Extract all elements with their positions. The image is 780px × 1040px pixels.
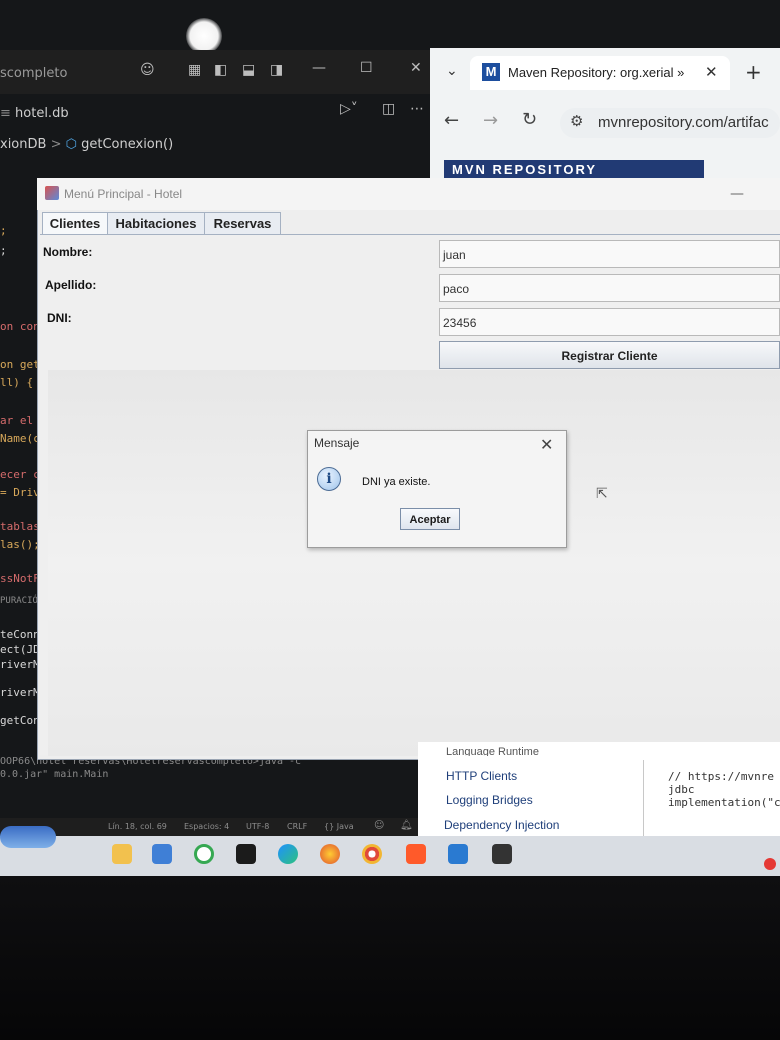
breadcrumb-separator: > bbox=[50, 137, 66, 152]
monitor-bezel bbox=[0, 860, 780, 1040]
run-icon[interactable]: ▷˅ bbox=[340, 101, 358, 117]
edge-icon[interactable] bbox=[278, 844, 298, 864]
java-icon[interactable] bbox=[492, 844, 512, 864]
sidebar-toggle-icon[interactable]: ◧ bbox=[214, 62, 227, 78]
breadcrumb[interactable]: xionDB > ⬡ getConexion() bbox=[0, 137, 173, 152]
copilot-status-icon[interactable]: ☺ bbox=[374, 820, 384, 831]
notifications-icon[interactable]: 🔔︎ bbox=[400, 820, 413, 831]
weather-widget-icon[interactable] bbox=[0, 826, 56, 848]
category-link[interactable]: HTTP Clients bbox=[446, 769, 517, 783]
apellido-label: Apellido: bbox=[45, 278, 97, 292]
aceptar-button[interactable]: Aceptar bbox=[400, 508, 460, 530]
status-encoding[interactable]: UTF-8 bbox=[246, 822, 269, 831]
close-icon[interactable]: ✕ bbox=[410, 60, 422, 76]
apellido-field[interactable]: paco bbox=[439, 274, 780, 302]
dni-label: DNI: bbox=[47, 311, 72, 325]
status-eol[interactable]: CRLF bbox=[287, 822, 307, 831]
secondary-sidebar-icon[interactable]: ◨ bbox=[270, 62, 283, 78]
mouse-cursor-icon: ⇱ bbox=[596, 486, 608, 502]
more-actions-icon[interactable]: ⋯ bbox=[410, 101, 424, 117]
file-explorer-icon[interactable] bbox=[112, 844, 132, 864]
split-editor-icon[interactable]: ◫ bbox=[382, 101, 395, 117]
code-line: ; bbox=[0, 224, 7, 237]
breadcrumb-class[interactable]: xionDB bbox=[0, 137, 46, 152]
code-line: las(); bbox=[0, 538, 40, 551]
github-icon[interactable] bbox=[236, 844, 256, 864]
cube-icon: ⬡ bbox=[65, 137, 77, 152]
breadcrumb-method[interactable]: getConexion() bbox=[81, 137, 173, 152]
empty-content-area bbox=[48, 370, 780, 756]
brave-icon[interactable] bbox=[406, 844, 426, 864]
snippet-line: jdbc bbox=[668, 783, 695, 796]
site-info-icon[interactable]: ⚙ bbox=[570, 112, 583, 130]
tab-clientes[interactable]: Clientes bbox=[42, 212, 108, 235]
notification-badge bbox=[764, 858, 776, 870]
app-circle-icon[interactable] bbox=[194, 844, 214, 864]
maven-favicon-icon: M bbox=[482, 63, 500, 81]
snippet-line: implementation("c bbox=[668, 796, 780, 809]
window-title: Menú Principal - Hotel bbox=[64, 187, 183, 201]
java-app-icon bbox=[45, 186, 59, 200]
minimize-icon[interactable]: — bbox=[312, 60, 326, 76]
tab-list-icon[interactable]: ⌄ bbox=[446, 63, 458, 79]
category-link[interactable]: Dependency Injection bbox=[444, 818, 559, 832]
back-icon[interactable]: ← bbox=[444, 110, 459, 131]
url-text: mvnrepository.com/artifac bbox=[598, 114, 769, 131]
terminal-line: 0.0.jar" main.Main bbox=[0, 769, 109, 780]
vscode-icon[interactable] bbox=[448, 844, 468, 864]
registrar-cliente-button[interactable]: Registrar Cliente bbox=[439, 341, 780, 369]
mvn-logo-text: MVN REPOSITORY bbox=[452, 162, 598, 176]
code-line: ll) { bbox=[0, 376, 34, 389]
panel-toggle-icon[interactable]: ⬓ bbox=[242, 62, 255, 78]
new-tab-icon[interactable]: + bbox=[745, 60, 762, 84]
snippet-line: // https://mvnre bbox=[668, 770, 774, 783]
store-icon[interactable] bbox=[152, 844, 172, 864]
firefox-icon[interactable] bbox=[320, 844, 340, 864]
file-icon: ≡ bbox=[0, 106, 16, 121]
copilot-icon[interactable]: ☺ bbox=[140, 62, 155, 78]
tab-reservas[interactable]: Reservas bbox=[204, 212, 281, 235]
close-tab-icon[interactable]: ✕ bbox=[705, 63, 718, 81]
dni-field[interactable]: 23456 bbox=[439, 308, 780, 336]
dialog-title: Mensaje bbox=[314, 436, 360, 450]
forward-icon[interactable]: → bbox=[483, 110, 498, 131]
nombre-label: Nombre: bbox=[43, 245, 93, 259]
category-link[interactable]: Language Runtime bbox=[446, 746, 539, 756]
file-tab[interactable]: ≡ hotel.db bbox=[0, 106, 69, 121]
chrome-icon[interactable] bbox=[362, 844, 382, 864]
dialog-close-icon[interactable]: ✕ bbox=[540, 435, 553, 454]
status-language[interactable]: {} Java bbox=[324, 822, 354, 831]
status-cursor-position[interactable]: Lín. 18, col. 69 bbox=[108, 822, 167, 831]
vscode-window-title: scompleto bbox=[0, 66, 68, 81]
dialog-message: DNI ya existe. bbox=[362, 476, 431, 488]
reload-icon[interactable]: ↻ bbox=[522, 109, 537, 130]
light-reflection bbox=[186, 18, 222, 54]
nombre-field[interactable]: juan bbox=[439, 240, 780, 268]
tab-habitaciones[interactable]: Habitaciones bbox=[107, 212, 205, 235]
file-tab-label: hotel.db bbox=[15, 106, 69, 121]
category-link[interactable]: Logging Bridges bbox=[446, 793, 533, 807]
code-line: ; bbox=[0, 244, 7, 257]
maximize-icon[interactable]: ☐ bbox=[360, 60, 373, 76]
window-minimize-icon[interactable]: — bbox=[730, 186, 744, 202]
info-icon: i bbox=[317, 467, 341, 491]
browser-tab-title: Maven Repository: org.xerial » bbox=[508, 65, 685, 80]
layout-icon[interactable]: ▦ bbox=[188, 62, 201, 78]
status-indentation[interactable]: Espacios: 4 bbox=[184, 822, 229, 831]
